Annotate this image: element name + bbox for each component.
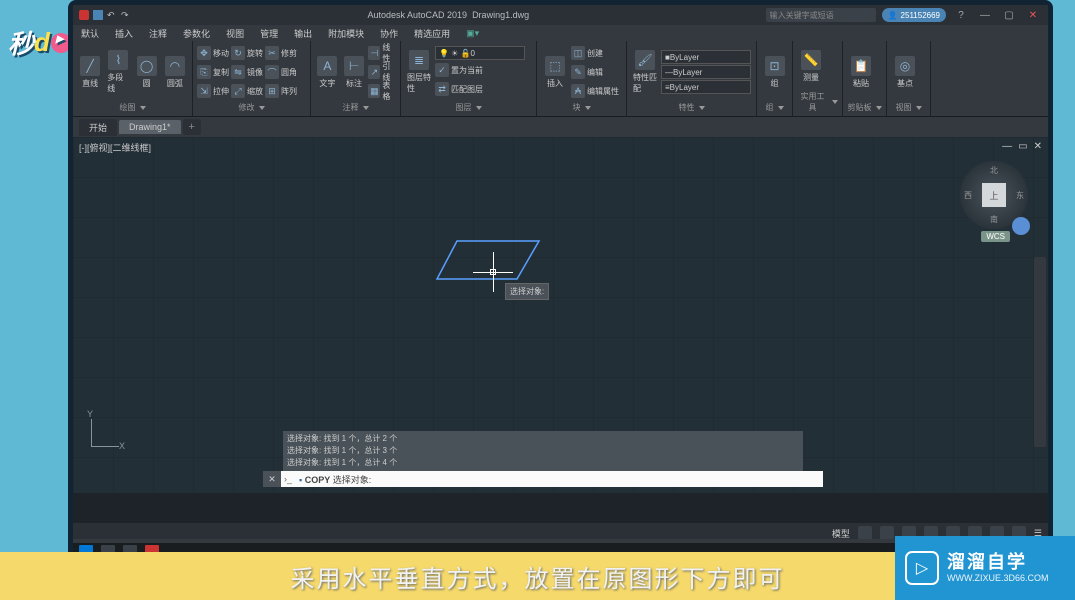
linear-button[interactable]: ⊣线性 [368, 44, 396, 62]
selected-shape[interactable] [433, 237, 543, 283]
panel-layers: ≣图层特性 💡 ☀ 🔓 0 ✓置为当前 ⇄匹配图层 图层 [401, 41, 537, 116]
viewcube-top[interactable]: 上 [982, 183, 1006, 207]
set-current-button[interactable]: ✓置为当前 [435, 61, 525, 79]
basepoint-button[interactable]: ◎基点 [891, 54, 919, 91]
menu-output[interactable]: 输出 [286, 27, 320, 40]
brand-name: 溜溜自学 [947, 552, 1049, 574]
subtitle-text: 采用水平垂直方式，放置在原图形下方即可 [291, 559, 785, 594]
minimize-viewport-icon[interactable]: — [1002, 141, 1012, 152]
panel-props: 🖌特性匹配 ■ ByLayer — ByLayer ≡ ByLayer 特性 [627, 41, 757, 116]
rotate-button[interactable]: ↻旋转 [231, 44, 263, 62]
menu-collab[interactable]: 协作 [372, 27, 406, 40]
polyline-button[interactable]: ⌇多段线 [105, 48, 131, 96]
navigation-bar[interactable] [1034, 257, 1046, 447]
leader-button[interactable]: ↗引线 [368, 63, 396, 81]
command-history: 选择对象: 找到 1 个，总计 2 个 选择对象: 找到 1 个，总计 3 个 … [283, 431, 803, 471]
menu-more-icon[interactable]: ▣▾ [458, 28, 487, 39]
viewport-label[interactable]: [-][俯视][二维线框] [79, 141, 151, 154]
layer-props-button[interactable]: ≣图层特性 [405, 48, 433, 96]
snap-toggle[interactable] [880, 526, 894, 540]
dim-button[interactable]: ⊢标注 [342, 54, 367, 91]
app-window: ↶ ↷ Autodesk AutoCAD 2019 Drawing1.dwg 输… [68, 0, 1053, 564]
array-button[interactable]: ⊞阵列 [265, 82, 297, 100]
title-bar: ↶ ↷ Autodesk AutoCAD 2019 Drawing1.dwg 输… [73, 5, 1048, 25]
scale-button[interactable]: ⤢缩放 [231, 82, 263, 100]
search-input[interactable]: 输入关键字或短语 [766, 8, 876, 22]
brand-url: WWW.ZIXUE.3D66.COM [947, 573, 1049, 584]
fillet-button[interactable]: ⌒圆角 [265, 63, 297, 81]
trim-button[interactable]: ✂修剪 [265, 44, 297, 62]
panel-util: 📏测量 实用工具 [793, 41, 843, 116]
ribbon: ╱直线 ⌇多段线 ◯圆 ◠圆弧 绘图 ✥移动 ⎘复制 ⇲拉伸 ↻旋转 ⇋镜像 ⤢… [73, 41, 1048, 117]
menu-insert[interactable]: 插入 [107, 27, 141, 40]
match-layer-button[interactable]: ⇄匹配图层 [435, 80, 525, 98]
match-props-button[interactable]: 🖌特性匹配 [631, 48, 659, 96]
view-cube[interactable]: 北 南 东 西 上 [960, 161, 1028, 229]
add-tab-button[interactable]: + [183, 119, 201, 135]
panel-draw: ╱直线 ⌇多段线 ◯圆 ◠圆弧 绘图 [73, 41, 193, 116]
create-block-button[interactable]: ◫创建 [571, 44, 619, 62]
help-icon[interactable]: ? [952, 7, 970, 23]
panel-modify: ✥移动 ⎘复制 ⇲拉伸 ↻旋转 ⇋镜像 ⤢缩放 ✂修剪 ⌒圆角 ⊞阵列 修改 [193, 41, 311, 116]
color-dropdown[interactable]: ■ ByLayer [661, 50, 751, 64]
ucs-icon: YX [83, 415, 123, 455]
user-badge[interactable]: 👤251152669 [882, 8, 946, 22]
start-tab[interactable]: 开始 [79, 119, 117, 136]
undo-icon[interactable]: ↶ [107, 10, 117, 20]
mirror-button[interactable]: ⇋镜像 [231, 63, 263, 81]
brand-play-icon: ▷ [905, 551, 939, 585]
menu-featured[interactable]: 精选应用 [406, 27, 458, 40]
copy-button[interactable]: ⎘复制 [197, 63, 229, 81]
edit-block-button[interactable]: ✎编辑 [571, 63, 619, 81]
window-title: Autodesk AutoCAD 2019 Drawing1.dwg [131, 10, 766, 20]
maximize-button[interactable]: ▢ [1000, 7, 1018, 23]
menu-manage[interactable]: 管理 [252, 27, 286, 40]
insert-block-button[interactable]: ⬚插入 [541, 54, 569, 91]
lineweight-dropdown[interactable]: ≡ ByLayer [661, 80, 751, 94]
line-button[interactable]: ╱直线 [77, 54, 103, 91]
redo-icon[interactable]: ↷ [121, 10, 131, 20]
menu-addins[interactable]: 附加模块 [320, 27, 372, 40]
panel-annotation: A文字 ⊢标注 ⊣线性 ↗引线 ▦表格 注释 [311, 41, 401, 116]
minimize-button[interactable]: — [976, 7, 994, 23]
grid-toggle[interactable] [858, 526, 872, 540]
layer-dropdown[interactable]: 💡 ☀ 🔓 0 [435, 46, 525, 60]
drawing-canvas[interactable]: [-][俯视][二维线框] — ▭ ✕ 北 南 东 西 上 WCS 选择对象: … [73, 137, 1048, 493]
edit-attr-button[interactable]: ₳编辑属性 [571, 82, 619, 100]
menu-annotate[interactable]: 注释 [141, 27, 175, 40]
panel-block: ⬚插入 ◫创建 ✎编辑 ₳编辑属性 块 [537, 41, 627, 116]
table-button[interactable]: ▦表格 [368, 82, 396, 100]
stretch-button[interactable]: ⇲拉伸 [197, 82, 229, 100]
model-status[interactable]: 模型 [832, 527, 850, 540]
arc-button[interactable]: ◠圆弧 [162, 54, 188, 91]
cmdline-chevron-icon[interactable]: ›_ [281, 474, 295, 484]
cmdline-handle-icon[interactable]: ✕ [263, 471, 281, 487]
close-button[interactable]: ✕ [1024, 7, 1042, 23]
menu-default[interactable]: 默认 [73, 27, 107, 40]
panel-view: ◎基点 视图 [887, 41, 931, 116]
close-viewport-icon[interactable]: ✕ [1034, 141, 1042, 152]
linetype-dropdown[interactable]: — ByLayer [661, 65, 751, 79]
save-icon[interactable] [93, 10, 103, 20]
text-button[interactable]: A文字 [315, 54, 340, 91]
move-button[interactable]: ✥移动 [197, 44, 229, 62]
menu-parametric[interactable]: 参数化 [175, 27, 218, 40]
panel-clipboard: 📋粘贴 剪贴板 [843, 41, 887, 116]
paste-button[interactable]: 📋粘贴 [847, 54, 875, 91]
viewcube-compass-icon[interactable] [1012, 217, 1030, 235]
menu-view[interactable]: 视图 [218, 27, 252, 40]
restore-viewport-icon[interactable]: ▭ [1018, 141, 1027, 152]
panel-group: ⊡组 组 [757, 41, 793, 116]
measure-button[interactable]: 📏测量 [797, 48, 825, 85]
brand-overlay: ▷ 溜溜自学 WWW.ZIXUE.3D66.COM [895, 536, 1075, 600]
document-tabstrip: 开始 Drawing1* + [73, 117, 1048, 137]
app-icon [79, 10, 89, 20]
command-tooltip: 选择对象: [505, 283, 549, 300]
drawing-tab[interactable]: Drawing1* [119, 120, 181, 134]
menu-bar: 默认 插入 注释 参数化 视图 管理 输出 附加模块 协作 精选应用 ▣▾ [73, 25, 1048, 41]
group-button[interactable]: ⊡组 [761, 54, 788, 91]
circle-button[interactable]: ◯圆 [134, 54, 160, 91]
wcs-badge[interactable]: WCS [981, 231, 1010, 242]
command-line[interactable]: ✕ ›_ ▪ COPY 选择对象: [263, 471, 823, 487]
